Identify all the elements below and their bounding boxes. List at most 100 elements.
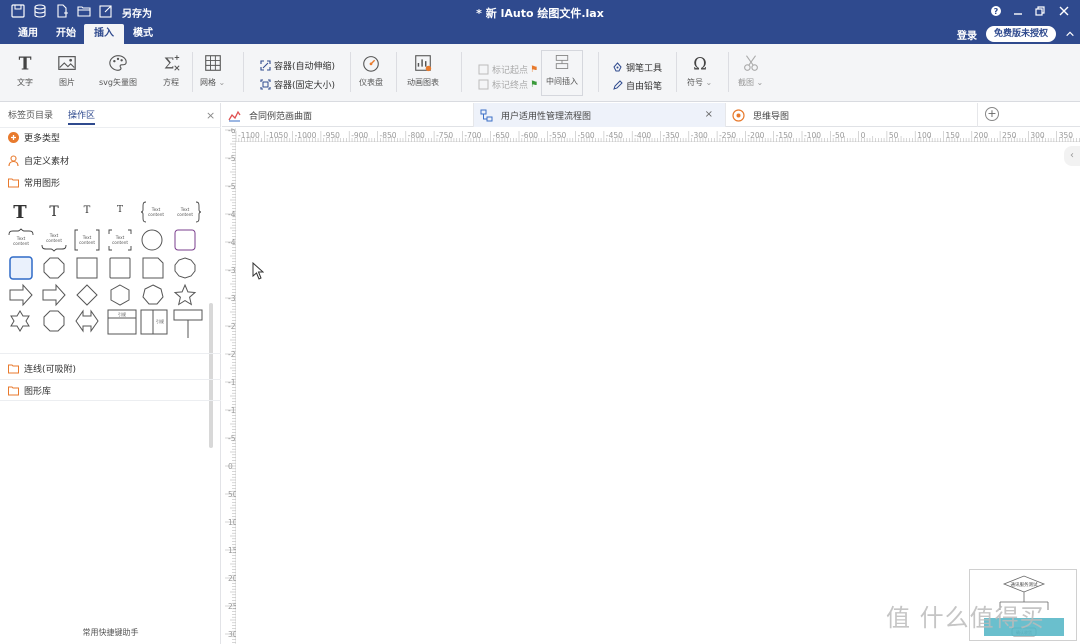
mark-end-button[interactable]: 标记终点 ⚑ bbox=[478, 78, 538, 91]
ruler-label: 300 bbox=[228, 630, 236, 639]
document-tabs: 合同例范画曲面 用户适用性管理流程图 × 思维导图 bbox=[222, 103, 1080, 127]
scissors-icon bbox=[740, 52, 762, 74]
ribbon-divider bbox=[461, 52, 462, 92]
tab-labels-toc[interactable]: 标签页目录 bbox=[8, 107, 53, 125]
tab-general[interactable]: 通用 bbox=[8, 24, 48, 44]
circle-shape[interactable] bbox=[141, 229, 163, 251]
text-large-shape[interactable]: T bbox=[9, 201, 31, 223]
snip-corner-rect-shape[interactable] bbox=[142, 257, 164, 279]
rounded-rect-selected-shape[interactable] bbox=[9, 256, 33, 280]
collapse-ribbon-icon[interactable] bbox=[1064, 28, 1076, 40]
tab-insert[interactable]: 插入 bbox=[84, 24, 124, 44]
new-file-icon[interactable] bbox=[55, 4, 69, 18]
right-arrow-shape[interactable] bbox=[9, 283, 33, 307]
minimize-icon[interactable] bbox=[1010, 3, 1026, 19]
symbol-tool[interactable]: Ω 符号 ⌄ bbox=[687, 52, 712, 88]
database-icon[interactable] bbox=[33, 4, 47, 18]
container-fixed-label: 容器(固定大小) bbox=[274, 81, 336, 91]
image-tool[interactable]: 图片 bbox=[56, 52, 78, 88]
doc-tab-flowchart[interactable]: 用户适用性管理流程图 × bbox=[474, 103, 726, 127]
ruler-label: -300 bbox=[228, 294, 236, 303]
tab-start[interactable]: 开始 bbox=[46, 24, 86, 44]
vertical-ruler: -600-550-500-450-400-350-300-250-200-150… bbox=[222, 128, 236, 644]
ruler-label: -100 bbox=[228, 406, 236, 415]
decagon-shape[interactable] bbox=[174, 257, 196, 279]
panel-close-icon[interactable]: × bbox=[206, 109, 215, 122]
octagon-alt-shape[interactable] bbox=[43, 310, 65, 332]
right-arrow-alt-shape[interactable] bbox=[42, 283, 66, 307]
swimlane-horizontal-shape[interactable]: 引规 bbox=[107, 309, 137, 335]
more-types-item[interactable]: 更多类型 bbox=[8, 131, 60, 144]
brace-text-right-shape[interactable]: Text content bbox=[174, 201, 202, 223]
brace-text-bottom-shape[interactable]: Text content bbox=[40, 229, 68, 252]
octagon-shape[interactable] bbox=[43, 257, 65, 279]
common-shapes-item[interactable]: 常用图形 bbox=[8, 176, 60, 189]
tab-operation-area[interactable]: 操作区 bbox=[68, 107, 96, 125]
license-badge[interactable]: 免费版未授权 bbox=[986, 26, 1056, 42]
ruler-label: -200 bbox=[747, 131, 764, 140]
star-shape[interactable] bbox=[173, 283, 197, 306]
divider bbox=[0, 127, 221, 128]
save-as-button[interactable]: 另存为 bbox=[122, 5, 152, 20]
diamond-shape[interactable] bbox=[76, 284, 98, 306]
svg-tool[interactable]: svg矢量图 bbox=[99, 52, 137, 88]
container-auto-button[interactable]: 容器(自动伸缩) bbox=[260, 59, 335, 72]
save-icon[interactable] bbox=[11, 4, 25, 18]
middle-insert-button[interactable]: 中间插入 bbox=[541, 50, 583, 96]
text-medium-shape[interactable]: T bbox=[43, 201, 65, 223]
svg-tool-label: svg矢量图 bbox=[99, 78, 137, 87]
more-types-label: 更多类型 bbox=[24, 134, 61, 144]
mark-start-button[interactable]: 标记起点 ⚑ bbox=[478, 63, 538, 76]
text-small-shape[interactable]: T bbox=[76, 200, 98, 220]
anim-chart-tool[interactable]: 动画图表 bbox=[407, 52, 439, 88]
brace-text-top-shape[interactable]: Text content bbox=[7, 228, 35, 251]
tab-mode[interactable]: 模式 bbox=[123, 24, 163, 44]
drawing-canvas[interactable]: -1100 -1050 -1000 -950 -900 -850 -800 -750 -700-… bbox=[222, 128, 1080, 644]
rounded-square-shape[interactable] bbox=[174, 229, 196, 251]
formula-tool[interactable]: Σ 方程 bbox=[160, 52, 182, 88]
heptagon-shape[interactable] bbox=[142, 284, 164, 306]
open-folder-icon[interactable] bbox=[77, 4, 91, 18]
doc-tab-mindmap[interactable]: 思维导图 bbox=[726, 103, 978, 127]
close-tab-icon[interactable]: × bbox=[705, 109, 713, 120]
ruler-label: -600 bbox=[228, 128, 236, 135]
add-tab-button[interactable]: + bbox=[985, 107, 999, 121]
ribbon-divider bbox=[728, 52, 729, 92]
connector-item[interactable]: 连线(可吸附) bbox=[8, 362, 76, 375]
text-tiny-shape[interactable]: T bbox=[109, 200, 131, 220]
svg-text:引规: 引规 bbox=[156, 318, 164, 324]
close-icon[interactable] bbox=[1056, 3, 1072, 19]
text-tool[interactable]: T 文字 bbox=[14, 52, 36, 88]
export-icon[interactable] bbox=[99, 4, 113, 18]
free-pencil-button[interactable]: 自由铅笔 bbox=[612, 79, 662, 92]
double-arrow-shape[interactable] bbox=[75, 309, 99, 333]
brace-text-left-shape[interactable]: Text content bbox=[140, 201, 168, 223]
ruler-label: -1000 bbox=[295, 131, 317, 140]
ruler-label: 0 bbox=[861, 131, 866, 140]
swimlane-vertical-shape[interactable]: 引规 bbox=[140, 309, 168, 335]
container-fixed-button[interactable]: 容器(固定大小) bbox=[260, 78, 335, 91]
doc-tab-chart[interactable]: 合同例范画曲面 bbox=[222, 103, 474, 127]
six-point-star-shape[interactable] bbox=[9, 310, 31, 332]
custom-material-item[interactable]: 自定义素材 bbox=[8, 154, 69, 167]
shape-library-item[interactable]: 图形库 bbox=[8, 384, 51, 397]
square-shape[interactable] bbox=[76, 257, 98, 279]
gauge-tool[interactable]: 仪表盘 bbox=[359, 52, 383, 88]
pen-tool-button[interactable]: 钢笔工具 bbox=[612, 61, 662, 74]
shortcut-helper-link[interactable]: 常用快捷键助手 bbox=[0, 627, 221, 638]
bracket-text-corner-shape[interactable]: Text content bbox=[107, 229, 133, 251]
login-button[interactable]: 登录 bbox=[957, 27, 977, 42]
bracket-text-square-shape[interactable]: Text content bbox=[74, 229, 100, 251]
grid-tool[interactable]: 网格 ⌄ bbox=[200, 52, 225, 88]
hexagon-shape[interactable] bbox=[109, 284, 131, 306]
callout-shape[interactable] bbox=[173, 309, 203, 339]
panel-scrollbar[interactable] bbox=[209, 303, 213, 448]
screenshot-tool[interactable]: 截图 ⌄ bbox=[738, 52, 763, 88]
flowchart-icon bbox=[480, 109, 493, 122]
ruler-label: -450 bbox=[228, 210, 236, 219]
square-alt-shape[interactable] bbox=[109, 257, 131, 279]
right-panel-toggle[interactable]: ‹ bbox=[1064, 146, 1080, 166]
help-icon[interactable]: ? bbox=[988, 3, 1004, 19]
screenshot-tool-label: 截图 ⌄ bbox=[738, 78, 764, 87]
restore-icon[interactable] bbox=[1032, 3, 1048, 19]
